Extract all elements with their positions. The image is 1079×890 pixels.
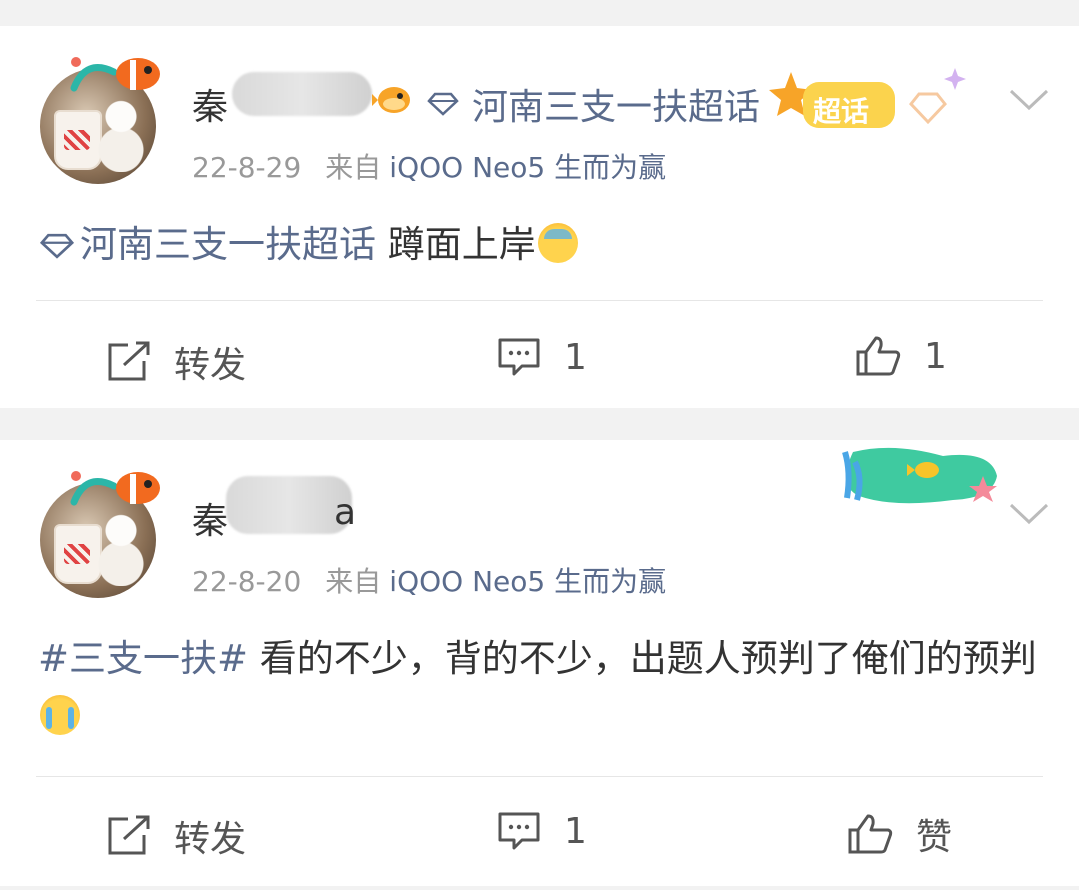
super-topic-badge: 超话 [769,64,969,144]
post-date: 22-8-20 [192,565,302,598]
avatar-snowman [98,512,144,586]
puffer-fish-icon [372,87,410,113]
comment-button[interactable]: 1 [496,336,587,378]
post-body: 河南三支一扶超话 蹲面上岸 [38,216,1039,274]
username[interactable]: 秦 [192,492,228,544]
repost-button[interactable]: 转发 [106,810,246,862]
like-button[interactable]: 1 [854,334,947,378]
post-body: #三支一扶# 看的不少，背的不少，出题人预判了俺们的预判 [38,630,1039,746]
chevron-down-icon[interactable] [1009,502,1049,526]
source-prefix: 来自 [325,565,382,598]
diamond-icon [39,233,75,259]
username-suffix: a [334,492,357,533]
repost-icon [108,815,150,855]
username-blur [232,72,372,116]
comment-count: 1 [564,336,587,378]
comment-icon [498,812,540,850]
avatar-cup [54,110,102,170]
divider [36,776,1043,777]
comment-count: 1 [564,810,587,852]
like-icon [848,814,893,854]
post-text: 蹲面上岸 [376,223,536,266]
avatar-snowman [98,98,144,172]
topic-badge[interactable]: 河南三支一扶超话 [426,78,760,130]
avatar-frame-fish-icon [70,57,160,92]
repost-icon [108,341,150,381]
comment-button[interactable]: 1 [496,810,587,852]
avatar-frame-fish-icon [70,471,160,506]
source-prefix: 来自 [325,151,382,184]
post-date: 22-8-29 [192,151,302,184]
repost-label: 转发 [174,345,247,386]
topic-link[interactable]: 河南三支一扶超话 [38,223,376,266]
post-card-1: 秦 河南三支一扶超话 超话 22-8-29 来自iQOO Neo5 生而为赢 [0,26,1079,408]
like-count: 1 [924,335,947,377]
device-source[interactable]: iQOO Neo5 生而为赢 [389,151,666,184]
username[interactable]: 秦 [192,78,228,130]
chevron-down-icon[interactable] [1009,88,1049,112]
crying-emoji-icon [40,695,80,735]
comment-icon [498,338,540,376]
post-text: 看的不少，背的不少，出题人预判了俺们的预判 [248,637,1037,680]
post-meta: 22-8-20 来自 iQOO Neo5 生而为赢 [192,560,666,600]
sea-decoration-badge [833,442,1001,512]
post-meta: 22-8-29 来自 iQOO Neo5 生而为赢 [192,146,666,186]
avatar-cup [54,524,102,584]
diamond-icon [427,92,459,116]
divider [36,300,1043,301]
scared-emoji-icon [537,223,578,263]
hashtag-link[interactable]: #三支一扶# [38,637,248,680]
post-card-2: 秦 a 22-8-20 来自 iQOO Neo5 生而为赢 #三支一扶# 看的不少，… [0,440,1079,886]
topic-badge-label: 河南三支一扶超话 [472,87,761,128]
device-source[interactable]: iQOO Neo5 生而为赢 [389,565,666,598]
super-topic-badge-label: 超话 [813,95,870,128]
like-icon [856,336,901,376]
repost-label: 转发 [174,819,247,860]
topic-link-label: 河南三支一扶超话 [80,223,376,266]
like-label: 赞 [916,817,953,858]
repost-button[interactable]: 转发 [106,336,246,388]
like-button[interactable]: 赞 [846,808,952,860]
